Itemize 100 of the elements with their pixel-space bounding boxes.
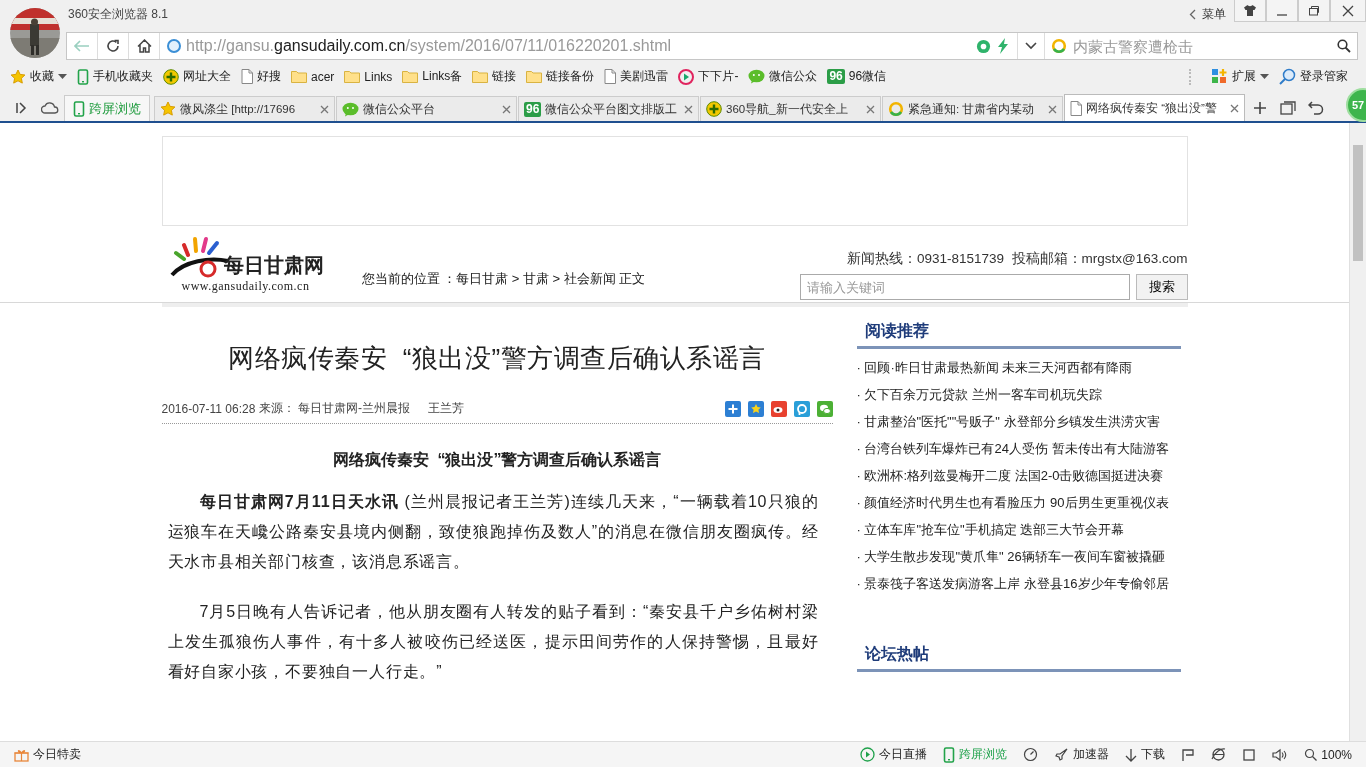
window-title: 360安全浏览器 8.1 bbox=[68, 6, 169, 23]
folder-icon bbox=[344, 70, 361, 83]
chat-bubble-icon bbox=[342, 101, 359, 117]
plus-circle-icon bbox=[706, 101, 722, 117]
bookmark-item[interactable]: 96 96微信 bbox=[827, 68, 887, 85]
news-link[interactable]: · 欠下百余万元贷款 兰州一客车司机玩失踪 bbox=[856, 387, 1103, 402]
close-icon[interactable] bbox=[684, 104, 693, 114]
grid-icon bbox=[1211, 68, 1228, 85]
star-icon bbox=[160, 101, 176, 117]
bookmark-item[interactable]: 手机收藏夹 bbox=[77, 68, 153, 85]
bookmark-item[interactable]: 网址大全 bbox=[163, 68, 231, 85]
folder-icon bbox=[291, 70, 307, 83]
bookmark-item[interactable]: 收藏 bbox=[10, 68, 67, 85]
rocket-icon bbox=[1054, 747, 1070, 762]
close-icon[interactable] bbox=[1230, 103, 1239, 113]
phone-icon bbox=[77, 68, 89, 85]
article-source: 来源： 每日甘肃网-兰州晨报 bbox=[258, 400, 411, 417]
bookmark-item[interactable]: 微信公众 bbox=[748, 68, 818, 85]
menu-button[interactable]: 菜单 bbox=[1183, 0, 1234, 24]
play-icon bbox=[860, 747, 876, 762]
ring-icon[interactable] bbox=[793, 400, 810, 417]
number-badge: 96 bbox=[827, 69, 845, 84]
article-subtitle: 网络疯传秦安 “狼出没”警方调查后确认系谣言 bbox=[331, 450, 663, 470]
status-item[interactable]: 今日特卖 bbox=[14, 746, 81, 763]
maximize-button[interactable] bbox=[1298, 0, 1330, 22]
browser-tab[interactable]: 微风涤尘 [http://17696 bbox=[154, 96, 335, 121]
close-button[interactable] bbox=[1330, 0, 1366, 22]
shirt-icon bbox=[1244, 5, 1256, 16]
gift-icon bbox=[14, 747, 29, 762]
undo-icon bbox=[1308, 101, 1324, 115]
news-link[interactable]: · 甘肃整治"医托""号贩子" 永登部分乡镇发生洪涝灾害 bbox=[856, 414, 1160, 429]
status-item[interactable]: 100% bbox=[1304, 747, 1352, 762]
gauge-icon[interactable] bbox=[1023, 747, 1039, 762]
news-link[interactable]: · 台湾台铁列车爆炸已有24人受伤 暂未传出有大陆游客 bbox=[856, 441, 1169, 456]
status-item[interactable]: 下载 bbox=[1125, 746, 1166, 763]
bookmark-item[interactable]: 链接备份 bbox=[526, 68, 595, 85]
news-link[interactable]: · 回顾·昨日甘肃最热新闻 未来三天河西都有降雨 bbox=[856, 360, 1133, 375]
restore-icon bbox=[1308, 5, 1320, 16]
page-icon bbox=[241, 69, 253, 84]
chat-bubble-icon[interactable] bbox=[816, 400, 833, 417]
bookmark-item[interactable]: 美剧迅雷 bbox=[604, 68, 669, 85]
window-icon[interactable] bbox=[1242, 747, 1257, 762]
breadcrumb: 您当前的位置 ：每日甘肃 > 甘肃 > 社会新闻 正文 bbox=[361, 270, 646, 288]
browser-tab[interactable]: 96 微信公众平台图文排版工 bbox=[518, 96, 699, 121]
bookmark-item[interactable]: Links bbox=[344, 69, 393, 84]
plus-icon bbox=[1254, 102, 1266, 114]
news-link[interactable]: · 颜值经济时代男生也有看脸压力 90后男生更重视仪表 bbox=[856, 495, 1169, 510]
article-paragraph: 每日甘肃网7月11日天水讯 (兰州晨报记者王兰芳)连续几天来，“一辆载着10只狼的运狼车在天巉公路秦安县境内侧翻，致使狼跑掉伤及数人”的消息在微信朋友圈疯传。经天水市县相关部门核查，该消息系谣言。 bbox=[166, 492, 820, 572]
plus-circle-icon bbox=[163, 68, 179, 85]
news-link[interactable]: · 立体车库"抢车位"手机搞定 迭部三大节会开幕 bbox=[856, 522, 1125, 537]
close-icon[interactable] bbox=[320, 104, 329, 114]
news-link[interactable]: · 欧洲杯:格列兹曼梅开二度 法国2-0击败德国挺进决赛 bbox=[856, 468, 1164, 483]
search-button[interactable]: 搜索 bbox=[1135, 274, 1188, 300]
news-link[interactable]: · 大学生散步发现"黄爪隼" 26辆轿车一夜间车窗被撬砸 bbox=[856, 549, 1165, 564]
cross-screen-button[interactable]: 跨屏浏览 bbox=[64, 95, 150, 121]
scrollbar[interactable] bbox=[1349, 123, 1366, 741]
article-author: 王兰芳 bbox=[428, 400, 465, 417]
bookmark-item[interactable]: 好搜 bbox=[241, 68, 281, 85]
contact-info: 新闻热线：0931-8151739 投稿邮箱：mrgstx@163.com bbox=[846, 250, 1188, 268]
bookmark-item[interactable]: acer bbox=[291, 69, 335, 84]
status-item[interactable]: 加速器 bbox=[1054, 746, 1110, 763]
browser-tab[interactable]: 紧急通知: 甘肃省内某动 bbox=[882, 96, 1063, 121]
chat-bubble-icon bbox=[748, 69, 766, 84]
ring-icon bbox=[888, 101, 904, 117]
browser-tab[interactable]: 网络疯传秦安 “狼出没”警 bbox=[1064, 94, 1245, 121]
section-heading: 阅读推荐 bbox=[856, 307, 1181, 349]
plus-icon[interactable] bbox=[724, 400, 741, 417]
scroll-thumb[interactable] bbox=[1353, 145, 1363, 261]
news-link[interactable]: · 景泰筏子客送发病游客上岸 永登县16岁少年专偷邻居 bbox=[856, 576, 1169, 591]
bookmark-item[interactable]: 扩展 bbox=[1211, 68, 1269, 85]
publish-date: 2016-07-11 06:28 bbox=[161, 401, 256, 416]
close-icon[interactable] bbox=[1048, 104, 1057, 114]
site-logo-text: 每日甘肃网 bbox=[223, 253, 324, 278]
bookmark-item[interactable]: 下下片- bbox=[678, 68, 739, 85]
bookmark-item[interactable]: 登录管家 bbox=[1279, 68, 1348, 85]
close-icon[interactable] bbox=[866, 104, 875, 114]
page-icon bbox=[604, 69, 617, 84]
flag-icon[interactable] bbox=[1181, 747, 1196, 762]
close-icon bbox=[1342, 4, 1354, 17]
star-icon bbox=[10, 68, 26, 85]
search-icon bbox=[1304, 748, 1318, 761]
site-url: www.gansudaily.com.cn bbox=[181, 279, 311, 294]
close-icon[interactable] bbox=[502, 104, 511, 114]
folder-icon bbox=[526, 70, 543, 83]
speaker-icon[interactable] bbox=[1272, 747, 1289, 762]
bookmark-item[interactable]: Links备 bbox=[402, 68, 463, 85]
keyword-field[interactable]: 请输入关键词 bbox=[799, 274, 1130, 300]
status-item[interactable]: 今日直播 bbox=[860, 746, 928, 763]
folder-icon bbox=[472, 70, 489, 83]
eye-icon[interactable] bbox=[770, 400, 787, 417]
phone-icon bbox=[73, 100, 85, 117]
browser-tab[interactable]: 360导航_新一代安全上 bbox=[700, 96, 881, 121]
browser-tab[interactable]: 微信公众平台 bbox=[336, 96, 517, 121]
cloud-icon bbox=[41, 102, 59, 114]
browser-e-icon[interactable] bbox=[1211, 747, 1227, 762]
chevron-left-icon bbox=[1189, 8, 1196, 20]
chevron-right-icon bbox=[16, 102, 28, 114]
skin-button[interactable] bbox=[1234, 0, 1266, 22]
folder-icon bbox=[402, 70, 419, 83]
bookmark-item[interactable]: 链接 bbox=[472, 68, 517, 85]
